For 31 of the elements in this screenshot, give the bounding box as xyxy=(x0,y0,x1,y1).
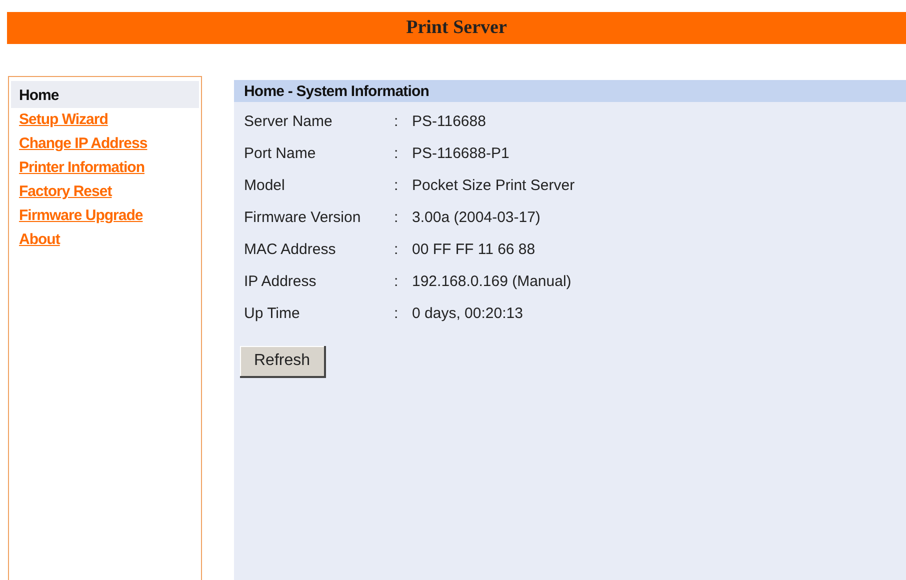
separator: : xyxy=(394,272,400,292)
field-label: Up Time xyxy=(244,304,301,324)
separator: : xyxy=(394,240,400,260)
field-label: Port Name xyxy=(244,144,317,164)
field-value: Pocket Size Print Server xyxy=(412,176,576,196)
field-value: 3.00a (2004-03-17) xyxy=(412,208,542,228)
nav-link[interactable]: Home xyxy=(11,81,199,108)
field-value: PS-116688 xyxy=(412,112,487,132)
panel-heading: Home - System Information xyxy=(234,80,906,102)
field-value: 00 FF FF 11 66 88 xyxy=(412,240,536,260)
field-value: PS-116688-P1 xyxy=(412,144,510,164)
field-value: 192.168.0.169 (Manual) xyxy=(412,272,572,292)
nav-link[interactable]: Change IP Address xyxy=(11,132,199,156)
nav-link[interactable]: Setup Wizard xyxy=(11,108,199,132)
field-label: IP Address xyxy=(244,272,318,292)
nav-link[interactable]: Firmware Upgrade xyxy=(11,204,199,228)
separator: : xyxy=(394,208,400,228)
separator: : xyxy=(394,304,400,324)
page-title: Print Server xyxy=(406,17,507,39)
field-label: Server Name xyxy=(244,112,334,132)
field-label: Model xyxy=(244,176,286,196)
nav-link[interactable]: Factory Reset xyxy=(11,180,199,204)
field-label: Firmware Version xyxy=(244,208,362,228)
field-label: MAC Address xyxy=(244,240,337,260)
separator: : xyxy=(394,144,400,164)
field-value: 0 days, 00:20:13 xyxy=(412,304,524,324)
nav-link[interactable]: Printer Information xyxy=(11,156,199,180)
nav-link[interactable]: About xyxy=(11,228,199,252)
refresh-button[interactable]: Refresh xyxy=(240,346,326,378)
separator: : xyxy=(394,176,400,196)
separator: : xyxy=(394,112,400,132)
